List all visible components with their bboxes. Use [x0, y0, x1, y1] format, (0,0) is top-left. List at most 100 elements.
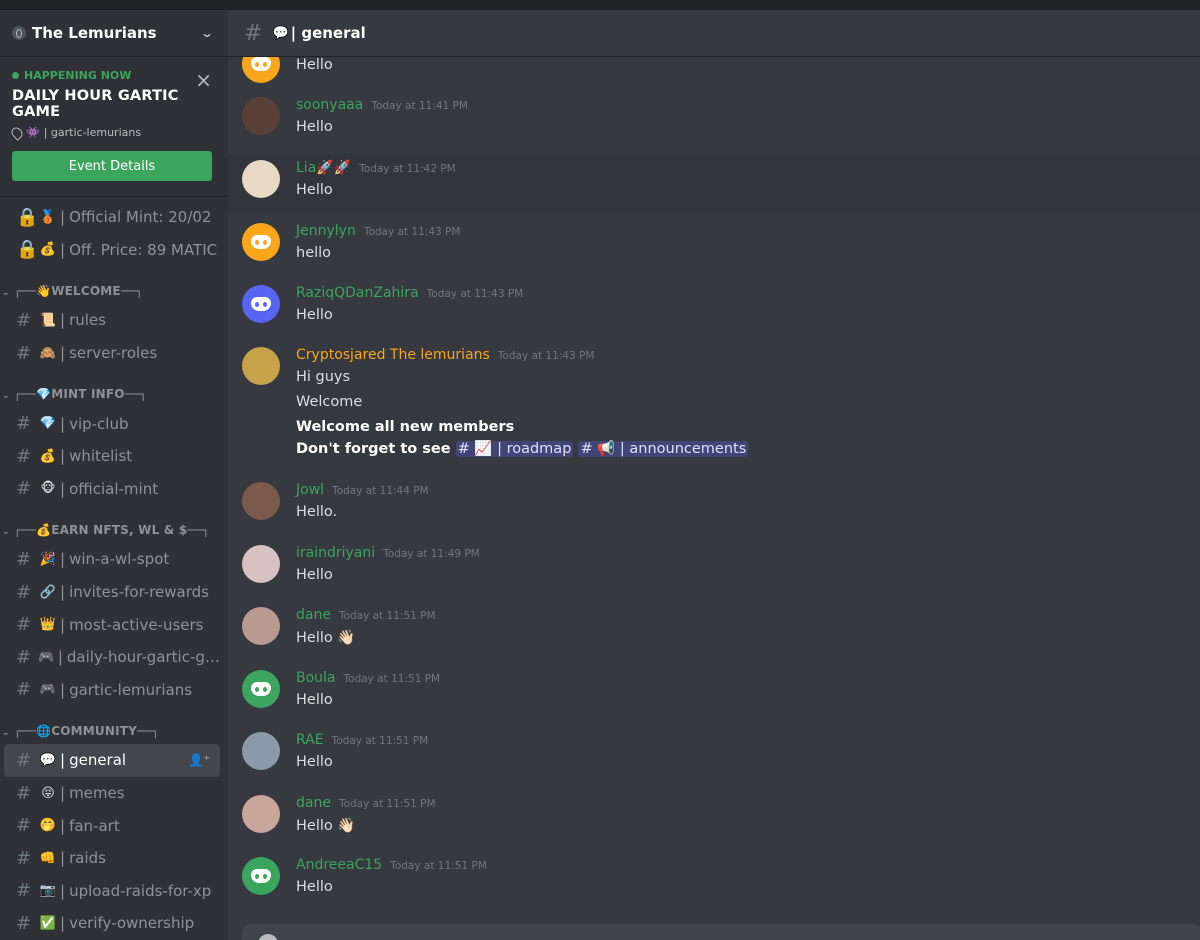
- username[interactable]: Jowl: [296, 482, 324, 498]
- channel-label: whitelist: [69, 447, 133, 466]
- close-icon[interactable]: ×: [195, 70, 212, 90]
- category-line-left: ┌──: [13, 523, 37, 538]
- plus-icon[interactable]: [258, 934, 278, 940]
- hash-icon: #: [16, 847, 32, 869]
- hash-icon: #: [16, 614, 32, 636]
- hash-icon: #: [457, 441, 475, 457]
- username[interactable]: soonyaaa: [296, 97, 363, 113]
- user-avatar[interactable]: [242, 795, 280, 833]
- user-avatar[interactable]: [242, 347, 280, 385]
- event-details-button[interactable]: Event Details: [12, 151, 212, 181]
- channel-item[interactable]: # 📷 | upload-raids-for-xp: [4, 875, 220, 908]
- username[interactable]: Cryptosjared The lemurians: [296, 347, 490, 363]
- chevron-down-icon: ⌄: [2, 391, 10, 402]
- username[interactable]: Lia🚀🚀: [296, 160, 351, 176]
- channel-emoji: 😝: [41, 785, 55, 801]
- channel-separator: |: [60, 914, 66, 933]
- user-avatar[interactable]: [242, 97, 280, 135]
- message-text-content: Hello: [296, 567, 333, 583]
- username[interactable]: RaziqQDanZahira: [296, 285, 419, 301]
- channel-item[interactable]: # 🙈 | server-roles: [4, 337, 220, 370]
- message-text-content: Don't forget to see: [296, 441, 451, 457]
- message-composer[interactable]: [242, 924, 1200, 940]
- event-location-label: | gartic-lemurians: [43, 126, 142, 139]
- user-avatar[interactable]: [242, 857, 280, 895]
- channel-item[interactable]: # 👑 | most-active-users: [4, 608, 220, 641]
- message-text-content: Hi guys: [296, 369, 351, 385]
- message-text: Hello: [296, 567, 333, 583]
- add-user-icon[interactable]: 👤⁺: [189, 753, 210, 767]
- category-line-left: ┌──: [13, 724, 37, 739]
- category-header[interactable]: ⌄ ┌── 💰 EARN NFTS, WL & $ ──┐: [0, 505, 228, 543]
- user-avatar[interactable]: [242, 285, 280, 323]
- location-pin-icon: [9, 124, 25, 141]
- channel-item[interactable]: # ✅ | verify-ownership: [4, 907, 220, 940]
- channel-mention[interactable]: # 📢 | announcements: [578, 441, 749, 457]
- message: Jennylyn Today at 11:43 PM hello: [228, 217, 1200, 275]
- channel-item[interactable]: # 🤭 | fan-art: [4, 809, 220, 842]
- username[interactable]: Boula: [296, 670, 336, 686]
- chevron-down-icon: ⌄: [2, 527, 10, 538]
- message-header: Boula Today at 11:51 PM: [296, 670, 440, 686]
- message-text-content: Hello 👋🏻: [296, 818, 356, 834]
- locked-channel[interactable]: 🔒 💰 | Off. Price: 89 MATIC: [4, 234, 220, 267]
- user-avatar[interactable]: [242, 223, 280, 261]
- channel-item[interactable]: # 🎮 | daily-hour-gartic-ga...: [4, 641, 220, 674]
- category-line-left: ┌──: [13, 284, 37, 299]
- channel-item[interactable]: # 🔗 | invites-for-rewards: [4, 576, 220, 609]
- channel-separator: |: [60, 447, 66, 466]
- user-avatar[interactable]: [242, 607, 280, 645]
- channel-separator: |: [60, 849, 66, 868]
- channel-mention[interactable]: # 📈 | roadmap: [455, 441, 574, 457]
- category-header[interactable]: ⌄ ┌── 👋 WELCOME ──┐: [0, 266, 228, 304]
- channel-item[interactable]: # 😝 | memes: [4, 777, 220, 810]
- channel-item[interactable]: # 💎 | vip-club: [4, 407, 220, 440]
- hash-icon: #: [16, 445, 32, 467]
- message: dane Today at 11:51 PM Hello 👋🏻: [228, 789, 1200, 847]
- channel-item[interactable]: # 💬 | general 👤⁺: [4, 744, 220, 777]
- category-line-right: ──┐: [187, 523, 210, 538]
- message-text: Hello: [296, 307, 333, 323]
- channel-emoji: 🐵: [40, 481, 56, 497]
- channel-separator: |: [60, 615, 66, 634]
- channel-label: daily-hour-gartic-ga...: [66, 648, 220, 667]
- chevron-down-icon: ⌄: [2, 728, 10, 739]
- user-avatar[interactable]: [242, 482, 280, 520]
- user-avatar[interactable]: [242, 160, 280, 198]
- locked-channel[interactable]: 🔒 🥉 | Official Mint: 20/02: [4, 201, 220, 234]
- message-header: Jennylyn Today at 11:43 PM: [296, 223, 460, 239]
- channel-emoji: 🎉: [39, 551, 57, 567]
- username[interactable]: RAE: [296, 732, 324, 748]
- username[interactable]: Jennylyn: [296, 223, 356, 239]
- channel-item[interactable]: # 🎮 | gartic-lemurians: [4, 674, 220, 707]
- category-header[interactable]: ⌄ ┌── 💎 MINT INFO ──┐: [0, 369, 228, 407]
- username[interactable]: dane: [296, 607, 331, 623]
- channel-item[interactable]: # 📜 | rules: [4, 304, 220, 337]
- username[interactable]: AndreeaC15: [296, 857, 382, 873]
- user-avatar[interactable]: [242, 57, 280, 83]
- channel-item[interactable]: # 👊 | raids: [4, 842, 220, 875]
- category-emoji: 💎: [36, 387, 52, 402]
- message-text: Hello 👋🏻: [296, 817, 355, 834]
- user-avatar[interactable]: [242, 732, 280, 770]
- username[interactable]: iraindriyani: [296, 545, 375, 561]
- message-text: Welcome: [296, 394, 362, 410]
- channel-label: fan-art: [69, 816, 120, 835]
- user-avatar[interactable]: [242, 670, 280, 708]
- category-label: MINT INFO: [51, 387, 125, 402]
- channel-item[interactable]: # 💰 | whitelist: [4, 440, 220, 473]
- category-line-left: ┌──: [13, 387, 37, 402]
- username[interactable]: dane: [296, 795, 331, 811]
- channel-item[interactable]: # 🐵 | official-mint: [4, 473, 220, 506]
- channel-item[interactable]: # 🎉 | win-a-wl-spot: [4, 543, 220, 576]
- server-header[interactable]: The Lemurians ⌄: [0, 10, 228, 57]
- chevron-down-icon[interactable]: ⌄: [200, 26, 214, 40]
- category-header[interactable]: ⌄ ┌── 🌐 COMMUNITY ──┐: [0, 706, 228, 744]
- message: soonyaaa Today at 11:41 PM Hello: [228, 91, 1200, 149]
- message-header: soonyaaa Today at 11:41 PM: [296, 97, 468, 113]
- user-avatar[interactable]: [242, 545, 280, 583]
- message-text: Hello: [296, 879, 333, 895]
- message-text-content: Hello: [296, 182, 333, 198]
- channel-label: vip-club: [69, 414, 129, 433]
- lock-icon: 🔒: [16, 206, 39, 228]
